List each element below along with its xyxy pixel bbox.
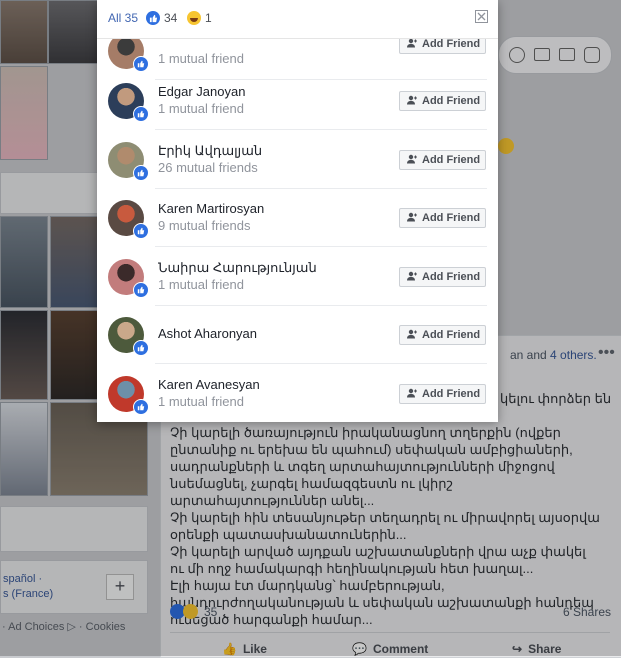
divider [155,246,487,247]
tab-haha[interactable]: 1 [187,11,212,25]
add-friend-label: Add Friend [422,212,481,224]
add-friend-label: Add Friend [422,388,481,400]
add-friend-icon [407,388,418,401]
person-name[interactable]: Karen Avanesyan [158,377,260,392]
add-friend-label: Add Friend [422,329,481,341]
close-icon[interactable] [475,10,488,23]
like-reaction-icon [146,11,160,25]
add-friend-label: Add Friend [422,154,481,166]
tab-like-count: 34 [164,11,178,25]
add-friend-button[interactable]: Add Friend [399,267,486,287]
divider [155,129,487,130]
tab-all-label: All 35 [108,11,139,25]
person-name[interactable]: Ashot Aharonyan [158,326,257,341]
mutual-friends[interactable]: 1 mutual friend [158,51,244,66]
mutual-friends[interactable]: 1 mutual friend [158,277,244,292]
tab-all[interactable]: All 35 [108,11,138,25]
add-friend-button[interactable]: Add Friend [399,325,486,345]
tab-like[interactable]: 34 [146,11,177,25]
reactions-modal: All 35 34 1 1 mutual friend Add Friend E… [97,0,498,422]
like-reaction-icon [133,165,149,181]
list-item: Էրիկ Ավդալյան 26 mutual friends Add Frie… [97,131,498,189]
person-name[interactable]: Karen Martirosyan [158,201,264,216]
tab-haha-count: 1 [205,11,212,25]
like-reaction-icon [133,340,149,356]
add-friend-label: Add Friend [422,38,481,50]
person-name[interactable]: Էրիկ Ավդալյան [158,143,262,159]
add-friend-icon [407,38,418,51]
add-friend-icon [407,154,418,167]
list-item: Նաիրա Հարությունյան 1 mutual friend Add … [97,248,498,306]
add-friend-button[interactable]: Add Friend [399,91,486,111]
add-friend-button[interactable]: Add Friend [399,150,486,170]
add-friend-icon [407,212,418,225]
list-item: Edgar Janoyan 1 mutual friend Add Friend [97,72,498,130]
like-reaction-icon [133,223,149,239]
list-item: Karen Martirosyan 9 mutual friends Add F… [97,189,498,247]
like-reaction-icon [133,56,149,72]
modal-header: All 35 34 1 [97,0,498,39]
like-reaction-icon [133,399,149,415]
list-item: Ashot Aharonyan Add Friend [97,306,498,364]
add-friend-label: Add Friend [422,95,481,107]
divider [155,363,487,364]
person-name[interactable]: Edgar Janoyan [158,84,245,99]
add-friend-icon [407,95,418,108]
list-item: Karen Avanesyan 1 mutual friend Add Frie… [97,365,498,422]
like-reaction-icon [133,106,149,122]
haha-reaction-icon [187,11,201,25]
mutual-friends[interactable]: 9 mutual friends [158,218,251,233]
add-friend-button[interactable]: Add Friend [399,384,486,404]
like-reaction-icon [133,282,149,298]
person-name[interactable]: Նաիրա Հարությունյան [158,260,317,276]
mutual-friends[interactable]: 1 mutual friend [158,394,244,409]
add-friend-label: Add Friend [422,271,481,283]
add-friend-icon [407,329,418,342]
add-friend-button[interactable]: Add Friend [399,208,486,228]
mutual-friends[interactable]: 26 mutual friends [158,160,258,175]
add-friend-icon [407,271,418,284]
mutual-friends[interactable]: 1 mutual friend [158,101,244,116]
